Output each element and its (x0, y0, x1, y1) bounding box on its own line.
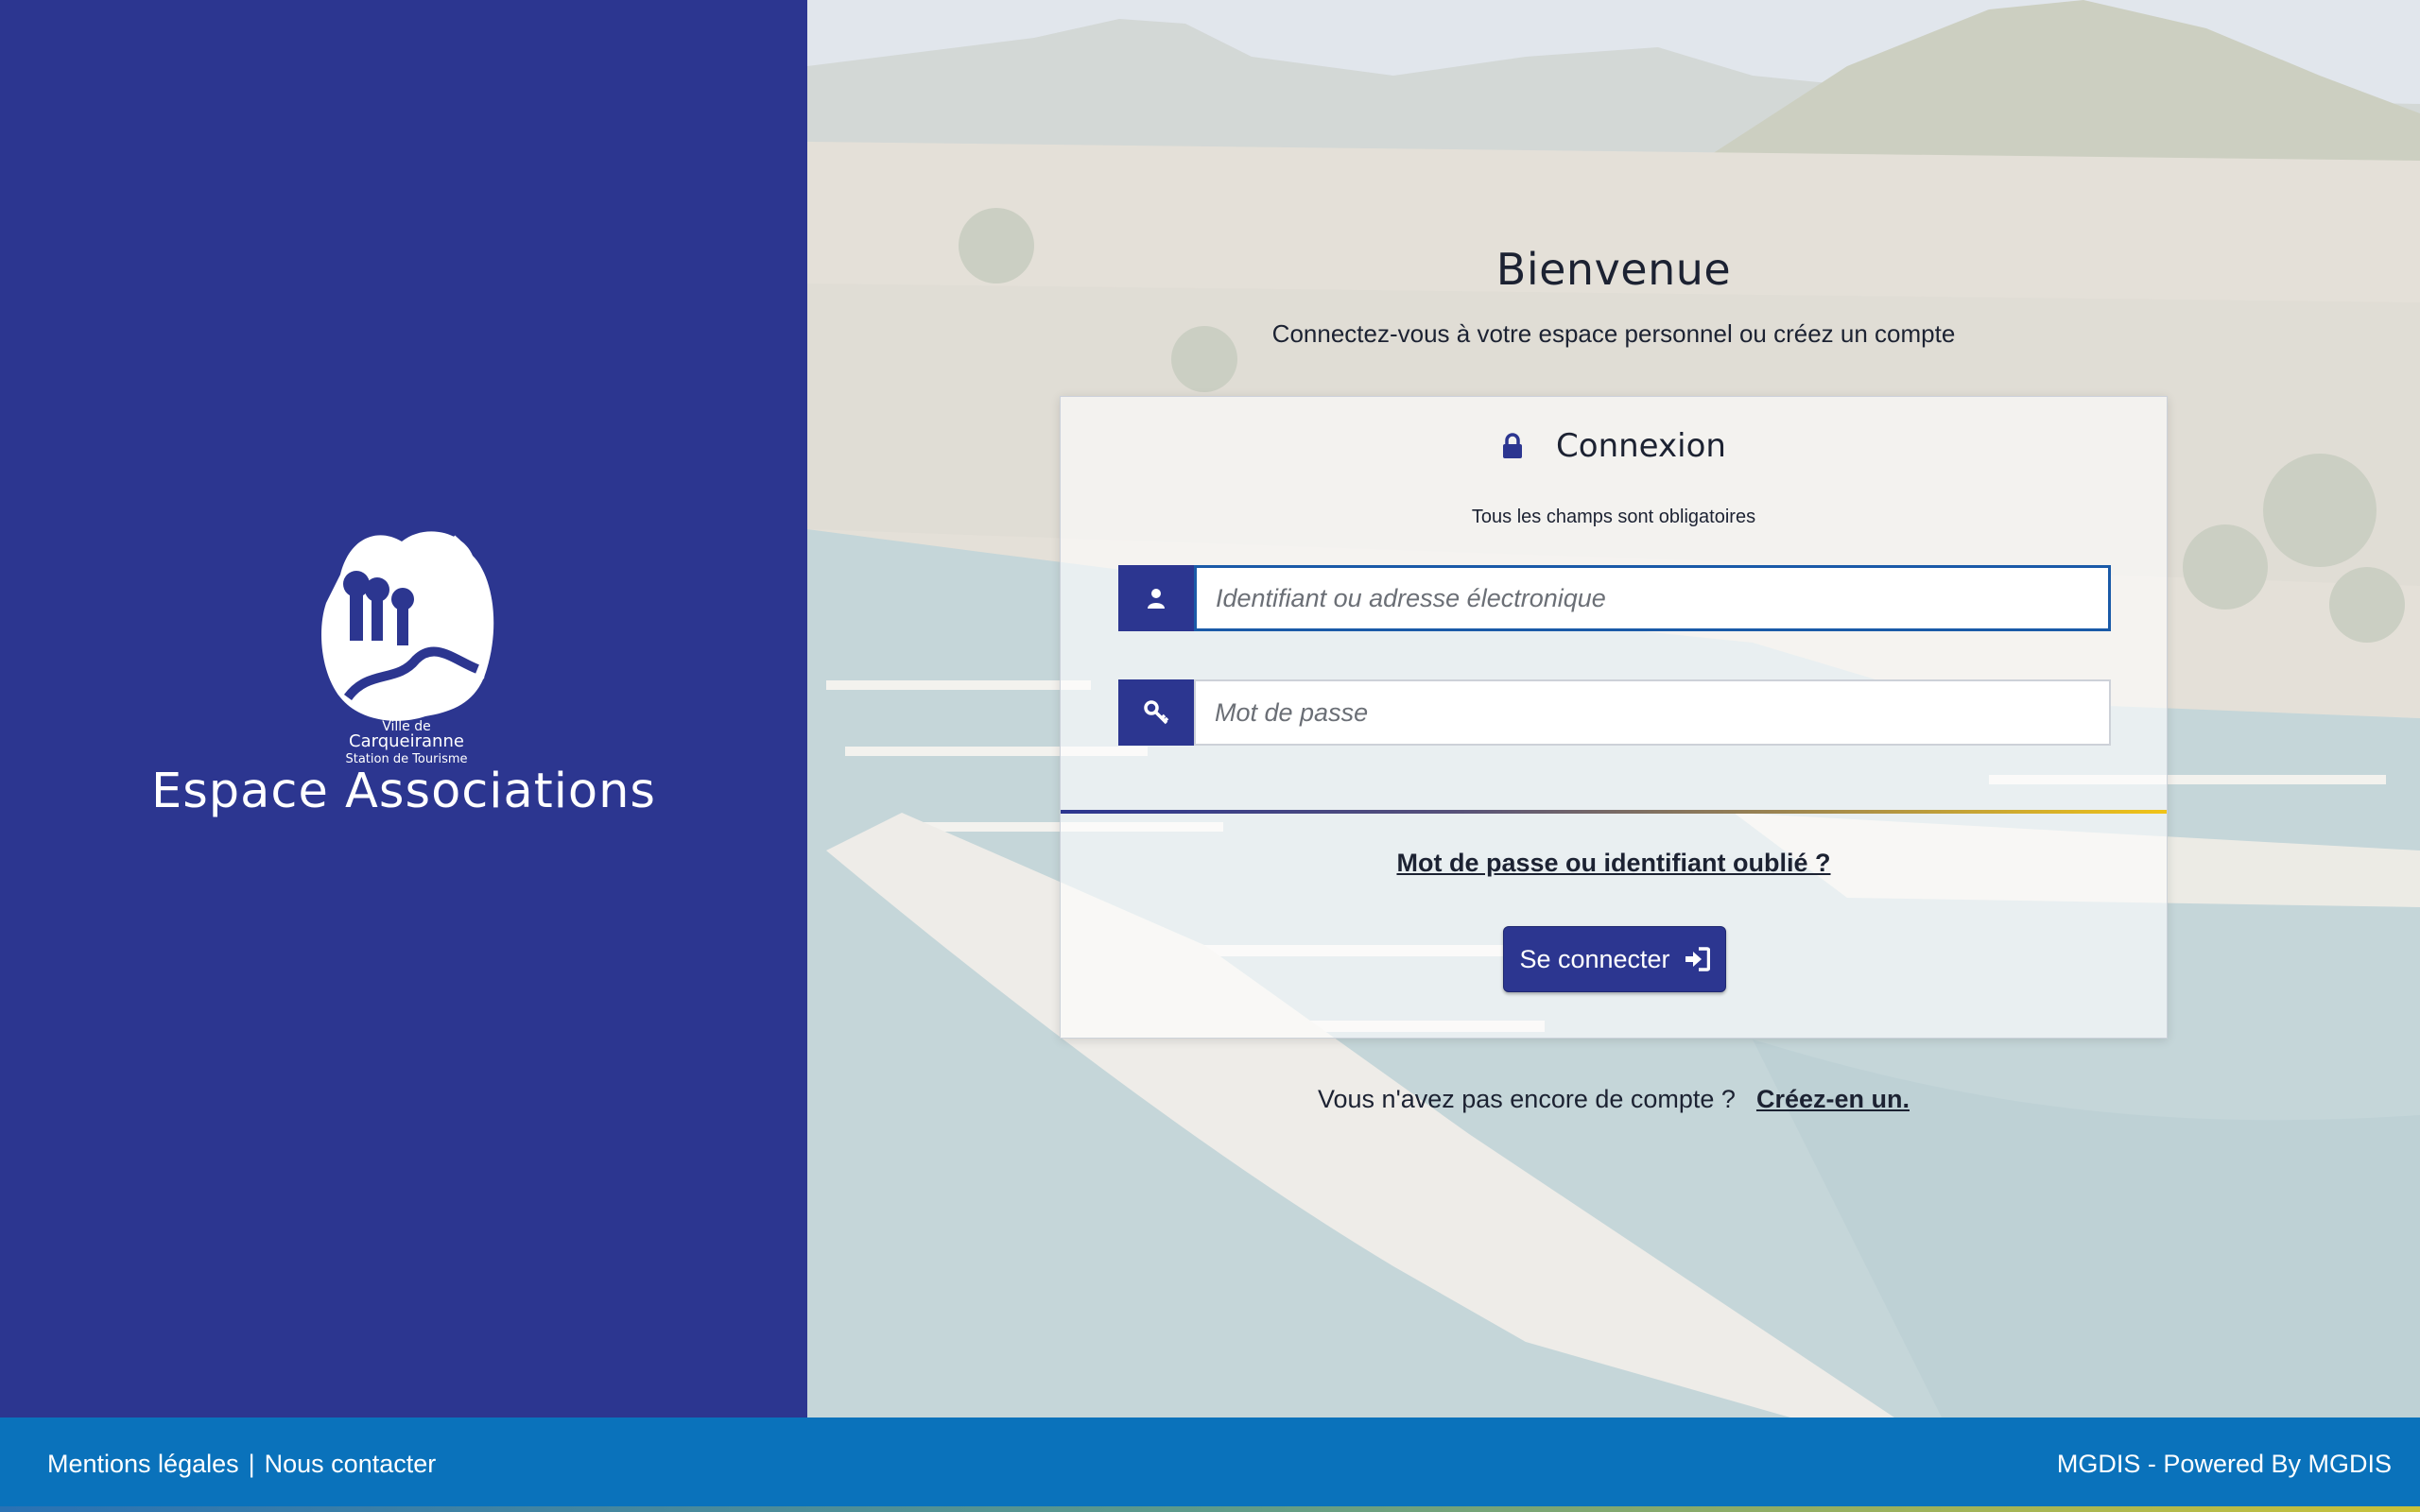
footer: Mentions légales | Nous contacter MGDIS … (0, 1418, 2420, 1512)
signup-text: Vous n'avez pas encore de compte ? (1318, 1085, 1736, 1113)
create-account-link[interactable]: Créez-en un. (1756, 1085, 1910, 1114)
welcome-subtitle: Connectez-vous à votre espace personnel … (1271, 319, 1956, 348)
contact-link[interactable]: Nous contacter (265, 1450, 437, 1479)
brand-title: Espace Associations (150, 764, 656, 819)
welcome-title: Bienvenue (1495, 244, 1732, 295)
login-button[interactable]: Se connecter (1503, 926, 1726, 992)
forgot-password-link[interactable]: Mot de passe ou identifiant oublié ? (1396, 849, 1830, 877)
login-title: Connexion (1556, 427, 1726, 465)
sign-in-icon (1685, 947, 1710, 971)
key-icon (1118, 679, 1194, 746)
brand-panel: Ville de Carqueiranne Station de Tourism… (0, 0, 807, 1418)
legal-notice-link[interactable]: Mentions légales (47, 1450, 239, 1479)
required-fields-note: Tous les champs sont obligatoires (1471, 507, 1756, 527)
password-field (1118, 679, 2111, 746)
login-card: Connexion Tous les champs sont obligatoi… (1060, 396, 2168, 1039)
password-input[interactable] (1194, 679, 2111, 746)
login-button-label: Se connecter (1519, 944, 1670, 973)
footer-separator: | (248, 1450, 255, 1478)
login-header: Connexion (1061, 418, 2167, 474)
username-field (1118, 565, 2111, 631)
user-icon (1118, 565, 1194, 631)
footer-links: Mentions légales | Nous contacter (47, 1450, 436, 1479)
card-divider (1061, 810, 2167, 814)
signup-prompt: Vous n'avez pas encore de compte ? Créez… (807, 1085, 2420, 1114)
carqueiranne-logo: Ville de Carqueiranne Station de Tourism… (321, 531, 494, 766)
svg-text:Carqueiranne: Carqueiranne (349, 731, 464, 751)
lock-icon (1503, 433, 1523, 458)
username-input[interactable] (1194, 565, 2111, 631)
footer-credit: MGDIS - Powered By MGDIS (2056, 1450, 2392, 1478)
footer-accent-bar (0, 1506, 2420, 1512)
